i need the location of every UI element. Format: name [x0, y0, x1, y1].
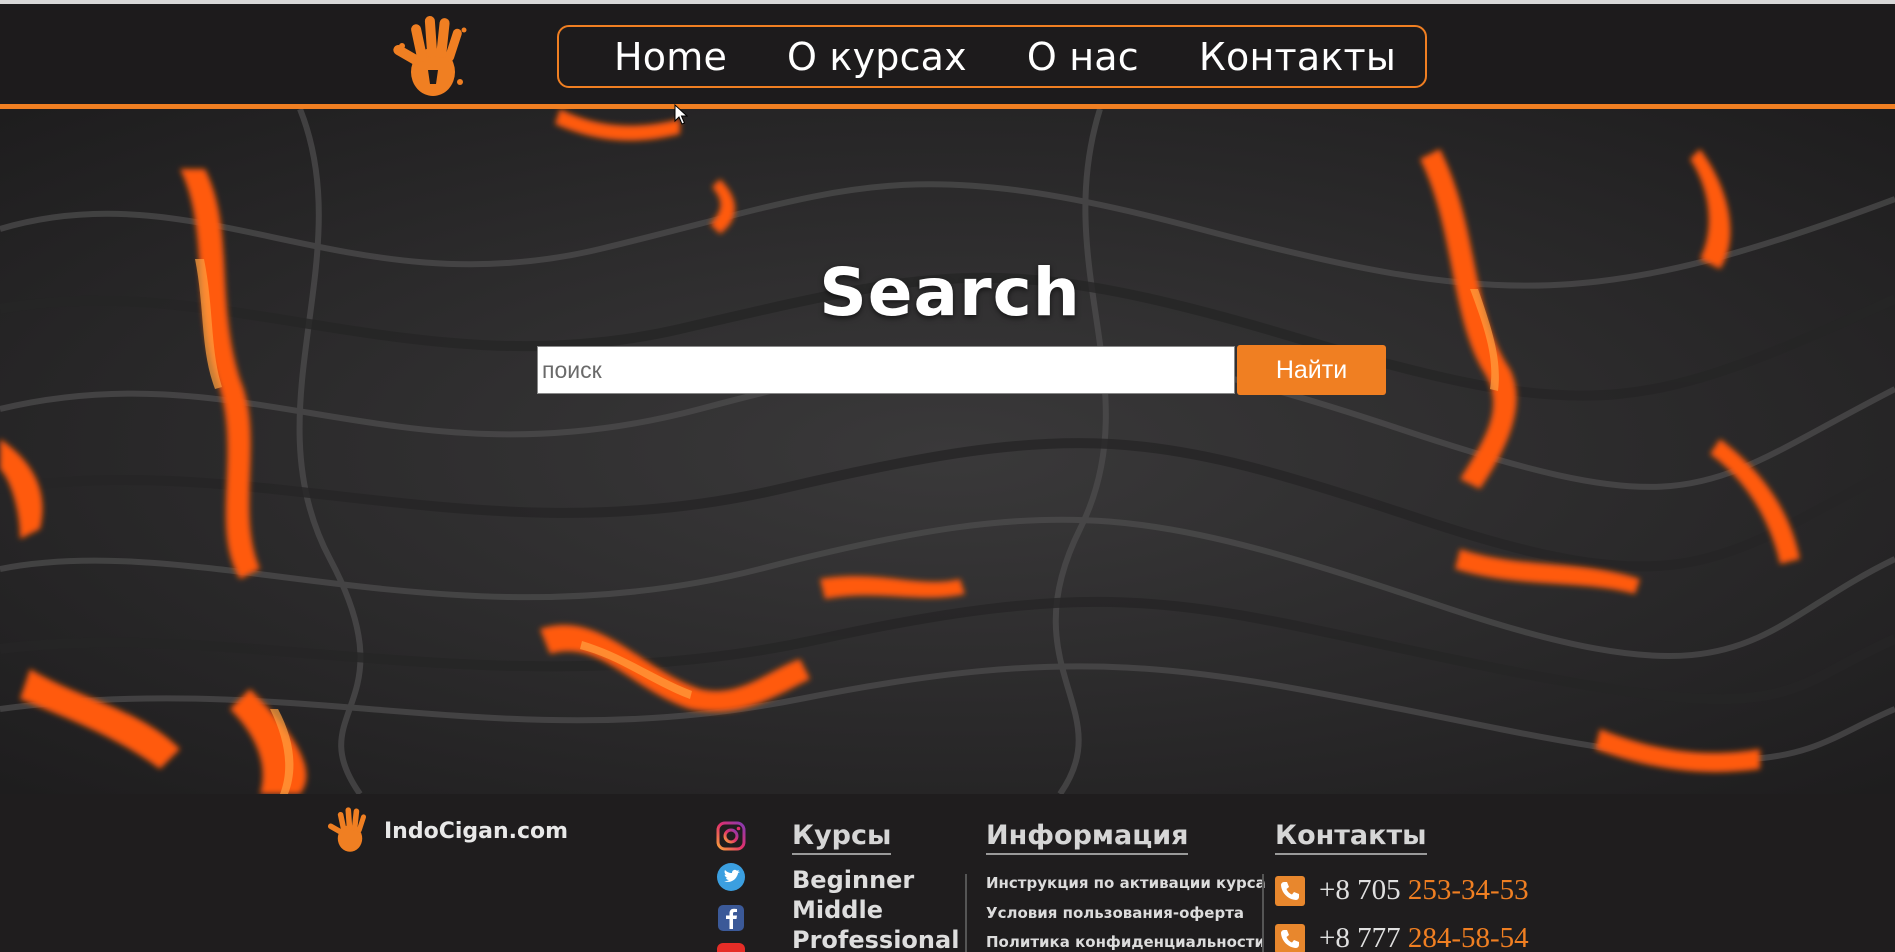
- footer-divider-2: [1262, 874, 1264, 952]
- site-header: Home О курсах О нас Контакты: [0, 4, 1895, 105]
- phone-digits-1: 253-34-53: [1407, 874, 1529, 906]
- search-button[interactable]: Найти: [1237, 345, 1386, 395]
- instagram-icon[interactable]: [716, 821, 746, 851]
- phone-digits-2: 284-58-54: [1407, 922, 1529, 952]
- info-link-activation[interactable]: Инструкция по активации курса: [986, 874, 1266, 892]
- nav-contacts[interactable]: Контакты: [1199, 35, 1396, 79]
- mouse-cursor-icon: [674, 104, 688, 125]
- phone-prefix-2: +8 777: [1319, 922, 1401, 952]
- phone-number-1[interactable]: +8 705 253-34-53: [1319, 874, 1529, 907]
- footer-brand[interactable]: IndoCigan.com: [384, 819, 568, 844]
- phone-icon: [1275, 876, 1305, 906]
- course-link-middle[interactable]: Middle: [792, 896, 883, 924]
- site-footer: IndoCigan.com Курсы Beginner Middle Prof…: [0, 794, 1895, 952]
- youtube-icon[interactable]: [716, 939, 746, 952]
- phone-prefix-1: +8 705: [1319, 874, 1401, 906]
- courses-heading: Курсы: [792, 820, 892, 855]
- phone-icon: [1275, 924, 1305, 952]
- nav-home[interactable]: Home: [614, 35, 727, 79]
- hand-logo-icon[interactable]: [388, 10, 478, 100]
- twitter-icon[interactable]: [716, 862, 746, 892]
- nav-about-us[interactable]: О нас: [1027, 35, 1139, 79]
- main-nav: Home О курсах О нас Контакты: [557, 25, 1427, 88]
- facebook-icon[interactable]: [716, 903, 746, 933]
- hand-logo-icon-small[interactable]: [325, 804, 375, 854]
- footer-divider: [965, 874, 967, 952]
- info-link-privacy[interactable]: Политика конфиденциальности: [986, 933, 1265, 951]
- hero-section: Search Найти: [0, 109, 1895, 794]
- search-input[interactable]: [537, 346, 1235, 394]
- info-link-terms[interactable]: Условия пользования-оферта: [986, 904, 1244, 922]
- course-link-beginner[interactable]: Beginner: [792, 866, 914, 894]
- nav-about-courses[interactable]: О курсах: [787, 35, 967, 79]
- lava-background-image: [0, 109, 1895, 794]
- search-title: Search: [819, 254, 1081, 331]
- course-link-professional[interactable]: Professional: [792, 926, 959, 952]
- info-heading: Информация: [986, 820, 1189, 855]
- phone-number-2[interactable]: +8 777 284-58-54: [1319, 922, 1529, 952]
- contacts-heading: Контакты: [1275, 820, 1427, 855]
